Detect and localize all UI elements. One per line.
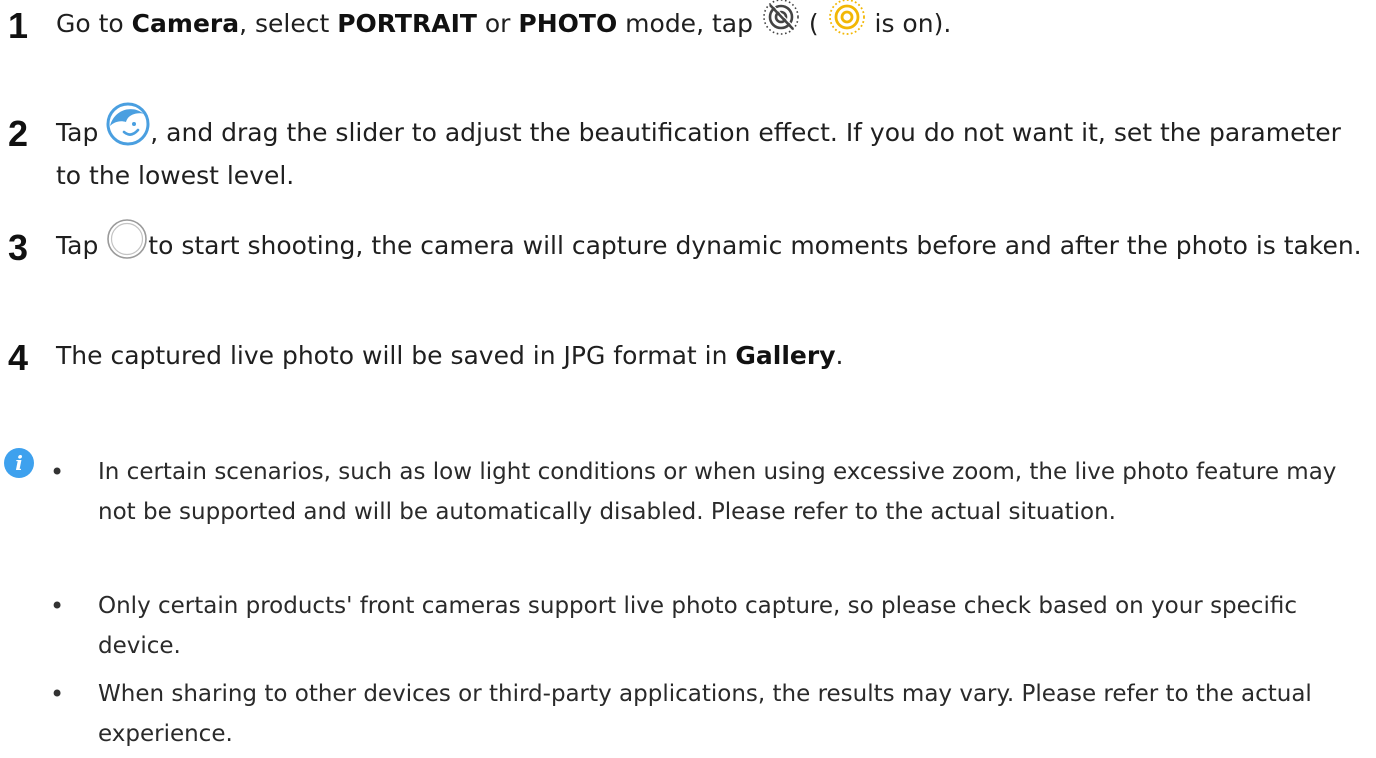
step-number: 1	[8, 5, 29, 46]
note-text: Only certain products' front cameras sup…	[98, 593, 1297, 659]
bullet: •	[50, 592, 65, 620]
note-text: In certain scenarios, such as low light …	[98, 459, 1337, 525]
live-photo-on-icon	[827, 0, 867, 37]
live-photo-off-icon	[761, 0, 801, 37]
info-icon: i	[4, 448, 34, 478]
shutter-icon	[106, 218, 148, 260]
photo-mode: PHOTO	[518, 9, 618, 38]
bullet: •	[50, 458, 65, 486]
note-text: When sharing to other devices or third-p…	[98, 681, 1312, 747]
portrait-mode: PORTRAIT	[337, 9, 477, 38]
camera-app-name: Camera	[131, 9, 240, 38]
gallery-app-name: Gallery	[735, 341, 836, 370]
bullet: •	[50, 680, 65, 708]
step-number: 4	[8, 337, 29, 378]
step-text: Tap to start shooting, the camera will c…	[56, 219, 1368, 268]
step-text: The captured live photo will be saved in…	[56, 341, 844, 370]
step-text: Go to Camera, select PORTRAIT or PHOTO m…	[56, 0, 1368, 45]
step-number: 3	[8, 227, 29, 268]
step-number: 2	[8, 113, 29, 154]
beauty-face-icon	[106, 102, 150, 146]
step-text: Tap , and drag the slider to adjust the …	[56, 102, 1368, 196]
